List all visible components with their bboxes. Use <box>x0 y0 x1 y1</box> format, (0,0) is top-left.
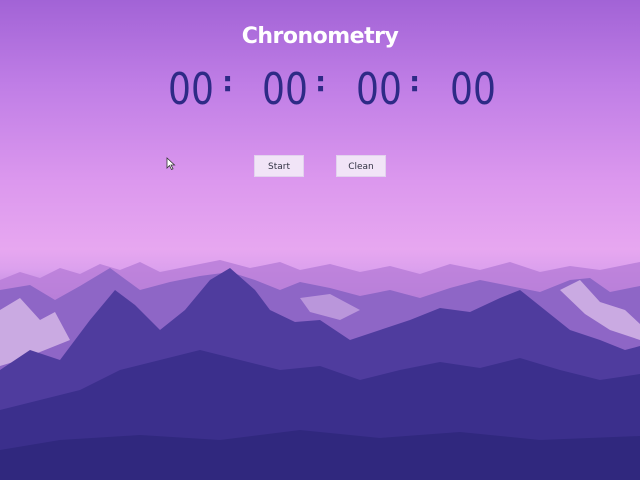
page-title: Chronometry <box>241 24 399 49</box>
chronometer-display: 00 : 00 : 00 : 00 <box>0 60 640 120</box>
timer-separator: : <box>409 65 421 98</box>
hours-display: 00 <box>168 64 214 115</box>
seconds-display: 00 <box>356 64 402 115</box>
timer-separator: : <box>315 65 327 98</box>
mouse-pointer-icon <box>166 157 176 171</box>
timer-separator: : <box>222 65 234 98</box>
clean-button[interactable]: Clean <box>336 155 386 177</box>
centiseconds-display: 00 <box>450 64 496 115</box>
mountain-background-image <box>0 260 640 480</box>
start-button[interactable]: Start <box>254 155 304 177</box>
minutes-display: 00 <box>262 64 308 115</box>
